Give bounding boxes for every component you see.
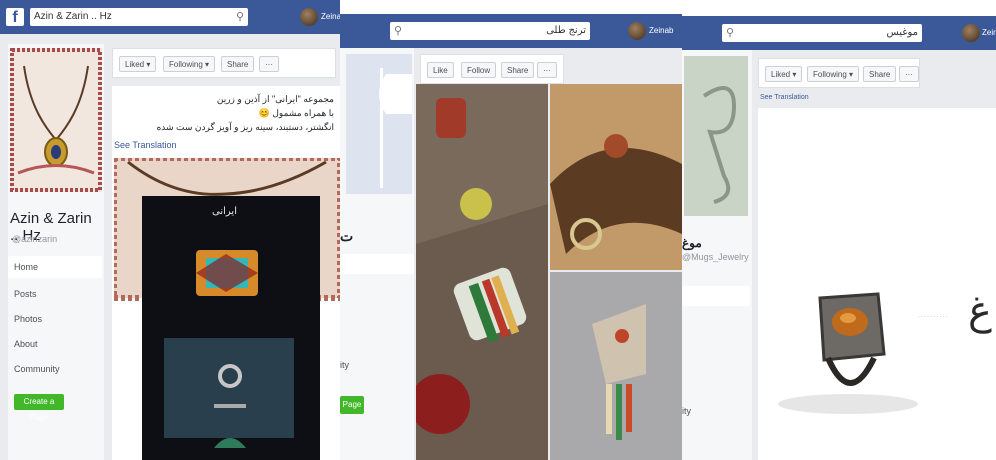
page-action-bar: Liked ▾ Following ▾ Share ···	[758, 58, 920, 88]
left-sidebar: Azin & Zarin .. Hz @azinzarin Home Posts…	[8, 44, 104, 460]
left-sidebar: موغ @Mugs_Jewelry ity	[682, 50, 752, 460]
facebook-top-bar: موغیس ⚲ Zeina	[682, 16, 996, 50]
following-button[interactable]: Following ▾	[807, 66, 860, 82]
profile-picture-necklace[interactable]	[10, 48, 102, 192]
share-button[interactable]: Share	[501, 62, 535, 78]
post-text-line-1: مجموعه "ایرانی" از آذین و زرین	[216, 94, 334, 104]
search-input[interactable]: ترنج طلی ⚲	[390, 22, 590, 40]
create-page-button[interactable]: Create a Page	[14, 394, 64, 422]
following-button[interactable]: Following ▾	[163, 56, 216, 72]
product-title: ایرانی	[212, 206, 237, 217]
sidebar-item-posts[interactable]: Posts	[14, 289, 37, 299]
see-translation-link[interactable]: See Translation	[760, 94, 809, 101]
search-icon[interactable]: ⚲	[726, 24, 734, 42]
search-value: ترنج طلی	[546, 25, 586, 36]
page-handle: @Mugs_Jewelry	[682, 252, 749, 262]
search-icon[interactable]: ⚲	[236, 8, 244, 26]
post-text-line-2: با همراه مشمول 😊	[258, 108, 334, 118]
more-button[interactable]: ···	[537, 62, 557, 78]
screenshot-panel-azin-zarin: f Azin & Zarin .. Hz ⚲ Zeinab Azin & Zar…	[0, 0, 340, 460]
facebook-top-bar: ترنج طلی ⚲ Zeinab	[340, 14, 682, 48]
profile-picture-flag[interactable]	[346, 54, 412, 194]
screenshot-panel-mugs-jewelry: موغیس ⚲ Zeina موغ @Mugs_Jewelry ity Like…	[682, 16, 996, 460]
search-icon[interactable]: ⚲	[394, 22, 402, 40]
sidebar-item-home[interactable]: Home	[8, 256, 102, 278]
profile-picture-logo[interactable]	[684, 56, 748, 216]
user-name[interactable]: Zeinab	[321, 12, 340, 21]
sidebar-item-community[interactable]: Community	[14, 364, 60, 374]
user-name[interactable]: Zeinab	[649, 26, 673, 35]
sidebar-item-home[interactable]	[340, 254, 414, 274]
search-value: موغیس	[886, 27, 918, 38]
post-text-line-3: انگشتر، دستبند، سینه ریز و آویز گردن ست …	[156, 122, 334, 132]
post-image-product[interactable]	[114, 158, 340, 460]
svg-text:· · · · · · · · · ·: · · · · · · · · · ·	[918, 314, 947, 320]
post-card: · · · · · · · · · · غ	[758, 108, 996, 460]
liked-button[interactable]: Liked ▾	[765, 66, 803, 82]
create-page-button[interactable]: Page	[340, 396, 364, 414]
follow-button[interactable]: Follow	[461, 62, 497, 78]
search-input[interactable]: موغیس ⚲	[722, 24, 922, 42]
more-button[interactable]: ···	[899, 66, 919, 82]
like-button[interactable]: Like	[427, 62, 454, 78]
page-title-partial: ت	[340, 228, 354, 244]
sidebar-item-about[interactable]: About	[14, 339, 38, 349]
page-action-bar: Like Follow Share ···	[420, 54, 564, 84]
see-translation-link[interactable]: See Translation	[114, 140, 177, 150]
photo-grid[interactable]	[416, 84, 682, 460]
share-button[interactable]: Share	[863, 66, 897, 82]
avatar[interactable]	[628, 22, 646, 40]
brand-logo-mark: غ	[968, 288, 992, 334]
left-sidebar: ت ity Page	[340, 48, 414, 460]
sidebar-item-photos[interactable]: Photos	[14, 314, 42, 324]
more-button[interactable]: ···	[259, 56, 279, 72]
avatar[interactable]	[962, 24, 980, 42]
post-image-ring[interactable]: · · · · · · · · · ·	[758, 108, 996, 460]
post-card: مجموعه "ایرانی" از آذین و زرین با همراه …	[112, 86, 340, 460]
sidebar-item-community[interactable]: ity	[340, 360, 349, 370]
page-action-bar: Liked ▾ Following ▾ Share ···	[112, 48, 336, 78]
page-handle: @azinzarin	[12, 234, 58, 244]
sidebar-item-community[interactable]: ity	[682, 406, 691, 416]
user-name[interactable]: Zeina	[982, 28, 996, 37]
liked-button[interactable]: Liked ▾	[119, 56, 157, 72]
facebook-logo-icon[interactable]: f	[6, 8, 24, 26]
sidebar-item-home[interactable]	[682, 286, 750, 306]
screenshot-panel-toranj: ترنج طلی ⚲ Zeinab ت ity Page Like Follow…	[340, 14, 682, 460]
share-button[interactable]: Share	[221, 56, 255, 72]
avatar[interactable]	[300, 8, 318, 26]
search-input[interactable]: Azin & Zarin .. Hz ⚲	[30, 8, 248, 26]
search-value: Azin & Zarin .. Hz	[34, 11, 112, 22]
facebook-top-bar: f Azin & Zarin .. Hz ⚲ Zeinab	[0, 0, 340, 34]
page-title-partial: موغ	[682, 236, 702, 250]
